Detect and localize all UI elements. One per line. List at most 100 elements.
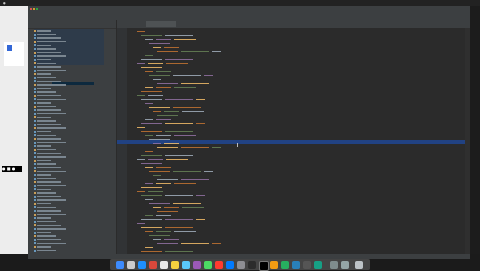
tree-item[interactable] <box>34 174 51 177</box>
tree-item[interactable] <box>34 228 66 231</box>
app-icon[interactable] <box>270 260 278 269</box>
finder-icon[interactable] <box>116 260 124 269</box>
editor-tab-active[interactable] <box>146 21 176 27</box>
tree-item[interactable] <box>34 130 51 134</box>
tree-item[interactable] <box>34 170 66 173</box>
tree-item[interactable] <box>34 249 56 253</box>
downloads-icon[interactable] <box>330 260 338 269</box>
tree-item[interactable] <box>34 159 51 163</box>
tree-item-label <box>37 235 56 237</box>
tree-item[interactable] <box>34 102 51 105</box>
tree-item[interactable] <box>34 58 51 62</box>
app-icon[interactable] <box>314 260 322 269</box>
intellij-icon[interactable] <box>259 260 269 271</box>
tree-item[interactable] <box>34 231 51 235</box>
tree-item[interactable] <box>34 148 56 152</box>
close-icon[interactable] <box>30 8 32 10</box>
tree-item[interactable] <box>34 127 66 130</box>
tree-item[interactable] <box>34 181 61 184</box>
tree-item[interactable] <box>34 80 61 83</box>
tree-item[interactable] <box>34 213 66 217</box>
tree-item[interactable] <box>34 220 56 224</box>
app-store-icon[interactable] <box>226 260 234 269</box>
tree-item[interactable] <box>34 69 66 73</box>
tree-item[interactable] <box>34 192 56 195</box>
code-token <box>149 235 170 237</box>
tree-item[interactable] <box>34 156 66 159</box>
tree-item[interactable] <box>34 134 56 137</box>
tree-item[interactable] <box>34 188 51 191</box>
tree-item[interactable] <box>34 238 61 242</box>
tree-item[interactable] <box>34 62 56 65</box>
tree-item[interactable] <box>34 145 51 148</box>
launchpad-icon[interactable] <box>127 260 135 269</box>
podcasts-icon[interactable] <box>193 260 201 269</box>
safari-icon[interactable] <box>138 260 146 269</box>
editor-tab[interactable] <box>174 21 208 27</box>
tree-item[interactable] <box>34 141 66 145</box>
notes-icon[interactable] <box>171 260 179 269</box>
tree-item[interactable] <box>34 33 56 37</box>
tree-item[interactable] <box>34 224 61 227</box>
tree-item[interactable] <box>34 206 56 209</box>
tree-item[interactable] <box>34 152 61 155</box>
tree-item[interactable] <box>34 163 56 166</box>
app-icon[interactable] <box>281 260 289 269</box>
zoom-icon[interactable] <box>36 8 38 10</box>
tree-item[interactable] <box>34 112 66 116</box>
apple-menu-icon[interactable]: ● <box>3 1 6 5</box>
tree-item[interactable] <box>34 48 56 51</box>
tree-item[interactable] <box>34 177 56 181</box>
tree-item[interactable] <box>34 217 51 220</box>
tree-item[interactable] <box>34 73 51 76</box>
tree-item[interactable] <box>34 235 56 238</box>
tree-item[interactable] <box>34 84 66 87</box>
tree-item-label <box>37 80 61 83</box>
tree-item[interactable] <box>34 184 66 188</box>
tree-item[interactable] <box>34 76 56 80</box>
tree-item[interactable] <box>34 44 51 47</box>
tree-item[interactable] <box>34 166 61 170</box>
app-icon[interactable] <box>303 260 311 269</box>
tree-item[interactable] <box>34 199 66 202</box>
tree-item[interactable] <box>34 40 66 44</box>
trash-icon[interactable] <box>355 260 363 269</box>
music-icon[interactable] <box>215 260 223 269</box>
tree-item[interactable] <box>34 210 61 213</box>
code-token <box>164 239 179 241</box>
code-token <box>137 95 145 97</box>
tree-item[interactable] <box>34 242 66 245</box>
minimize-icon[interactable] <box>33 8 35 10</box>
tree-item[interactable] <box>34 87 51 91</box>
calendar-icon[interactable] <box>160 260 168 269</box>
tree-item[interactable] <box>34 202 51 206</box>
system-preferences-icon[interactable] <box>237 260 245 269</box>
tree-item[interactable] <box>34 98 66 101</box>
tree-item[interactable] <box>34 123 61 127</box>
tree-item[interactable] <box>34 30 51 33</box>
messages-icon[interactable] <box>182 260 190 269</box>
tree-item[interactable] <box>34 51 61 55</box>
tree-item[interactable] <box>34 120 56 123</box>
tree-item-label <box>37 127 66 129</box>
terminal-icon[interactable] <box>248 260 256 269</box>
code-token <box>156 71 171 73</box>
tree-item[interactable] <box>34 138 61 141</box>
code-editor[interactable] <box>117 28 470 254</box>
code-token <box>165 219 193 221</box>
documents-icon[interactable] <box>341 260 349 269</box>
tree-item[interactable] <box>34 94 61 98</box>
tree-item[interactable] <box>34 66 61 69</box>
tree-item[interactable] <box>34 91 56 94</box>
tree-item[interactable] <box>34 109 61 112</box>
facetime-icon[interactable] <box>204 260 212 269</box>
tree-item[interactable] <box>34 246 51 249</box>
tree-item[interactable] <box>34 37 61 40</box>
tree-item[interactable] <box>34 105 56 109</box>
traffic-lights[interactable] <box>30 8 38 11</box>
tree-item[interactable] <box>34 195 61 199</box>
tree-item[interactable] <box>34 55 66 58</box>
chrome-icon[interactable] <box>149 260 157 269</box>
tree-item[interactable] <box>34 116 51 119</box>
app-icon[interactable] <box>292 260 300 269</box>
